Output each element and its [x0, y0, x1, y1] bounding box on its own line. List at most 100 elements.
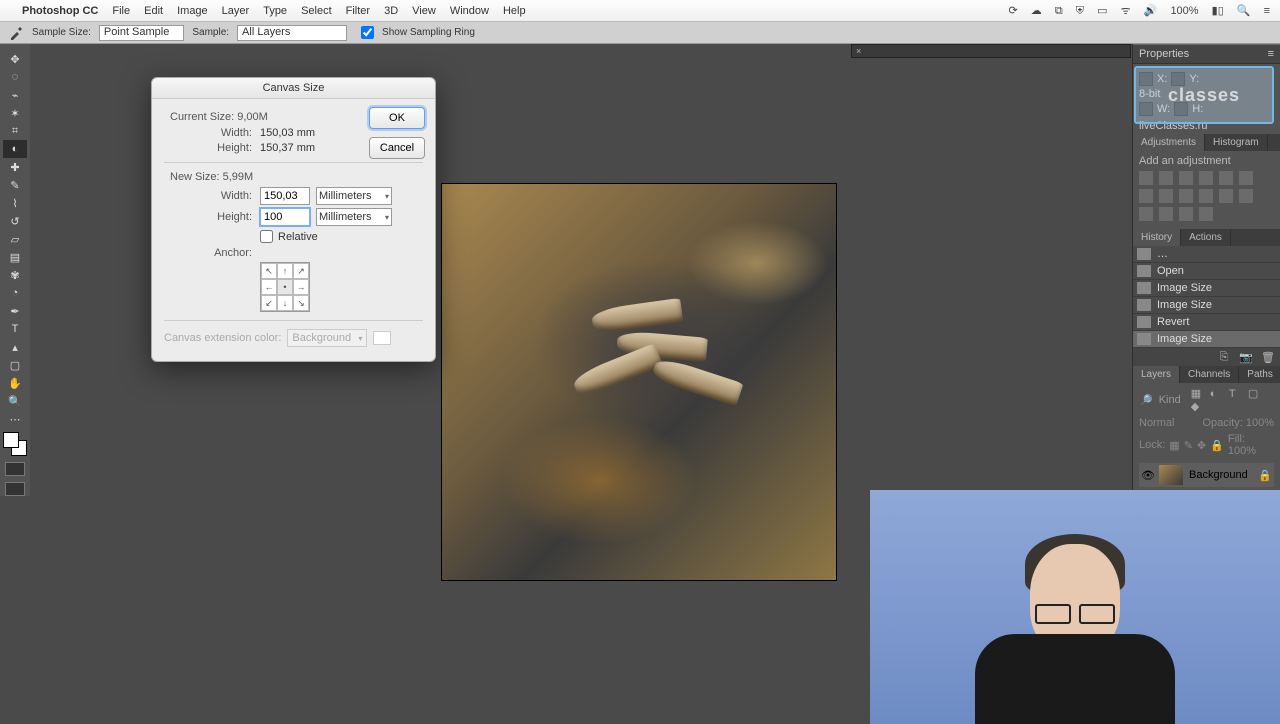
anchor-s[interactable]: ↓: [277, 295, 293, 311]
new-width-unit-select[interactable]: Millimeters: [316, 187, 392, 205]
move-tool[interactable]: ✥: [3, 50, 27, 68]
new-width-input[interactable]: [260, 187, 310, 205]
gradient-tool[interactable]: ▤: [3, 248, 27, 266]
zoom-tool[interactable]: 🔍: [3, 392, 27, 410]
anchor-e[interactable]: →: [293, 279, 309, 295]
anchor-sw[interactable]: ↙: [261, 295, 277, 311]
menu-extras-icon[interactable]: ≡: [1264, 5, 1270, 17]
cancel-button[interactable]: Cancel: [369, 137, 425, 159]
history-item[interactable]: Image Size: [1133, 297, 1280, 314]
sample-layers-select[interactable]: All Layers: [237, 25, 347, 41]
panel-menu-icon[interactable]: ≡: [1268, 48, 1274, 60]
type-tool[interactable]: T: [3, 320, 27, 338]
history-snapshot[interactable]: …: [1133, 246, 1280, 263]
sync-icon[interactable]: ⟳: [1009, 5, 1018, 17]
blur-tool[interactable]: ✾: [3, 266, 27, 284]
filter-type-icon[interactable]: T: [1229, 388, 1241, 400]
menu-window[interactable]: Window: [450, 5, 489, 17]
adjustment-row-2[interactable]: [1139, 189, 1274, 203]
create-document-icon[interactable]: ⎘: [1218, 351, 1230, 363]
brush-tool[interactable]: ✎: [3, 176, 27, 194]
battery-icon[interactable]: ▮▯: [1212, 5, 1224, 17]
filter-pixel-icon[interactable]: ▦: [1191, 387, 1203, 399]
open-image[interactable]: [442, 184, 836, 580]
menu-layer[interactable]: Layer: [222, 5, 250, 17]
marquee-tool[interactable]: ◌: [3, 68, 27, 86]
filter-adjust-icon[interactable]: ◐: [1210, 388, 1222, 400]
eraser-tool[interactable]: ▱: [3, 230, 27, 248]
dodge-tool[interactable]: ◔: [3, 284, 27, 302]
history-item[interactable]: Image Size: [1133, 331, 1280, 348]
lock-position-icon[interactable]: ✥: [1197, 439, 1206, 452]
dropbox-icon[interactable]: ⧉: [1055, 5, 1063, 17]
pen-tool[interactable]: ✒: [3, 302, 27, 320]
anchor-nw[interactable]: ↖: [261, 263, 277, 279]
lock-pixels-icon[interactable]: ✎: [1184, 439, 1193, 452]
anchor-center[interactable]: •: [277, 279, 293, 295]
eyedropper-tool[interactable]: ◐: [3, 140, 27, 158]
actions-tab[interactable]: Actions: [1181, 229, 1231, 246]
quickmask-toggle[interactable]: [5, 462, 25, 476]
adjustments-tab[interactable]: Adjustments: [1133, 134, 1205, 151]
filter-shape-icon[interactable]: ▢: [1248, 387, 1260, 399]
shape-tool[interactable]: ▢: [3, 356, 27, 374]
navigator-panel[interactable]: classes: [1134, 66, 1274, 124]
sample-size-select[interactable]: Point Sample: [99, 25, 184, 41]
menu-edit[interactable]: Edit: [144, 5, 163, 17]
anchor-grid[interactable]: ↖ ↑ ↗ ← • → ↙ ↓ ↘: [260, 262, 310, 312]
filter-kind-icon[interactable]: 🔎: [1139, 394, 1153, 407]
quick-select-tool[interactable]: ✶: [3, 104, 27, 122]
hand-tool[interactable]: ✋: [3, 374, 27, 392]
histogram-tab[interactable]: Histogram: [1205, 134, 1268, 151]
menu-type[interactable]: Type: [263, 5, 287, 17]
new-height-input[interactable]: [260, 208, 310, 226]
history-item[interactable]: Image Size: [1133, 280, 1280, 297]
opacity-value[interactable]: 100%: [1246, 417, 1274, 429]
menu-file[interactable]: File: [112, 5, 130, 17]
filter-smart-icon[interactable]: ◆: [1191, 400, 1203, 412]
anchor-w[interactable]: ←: [261, 279, 277, 295]
spotlight-icon[interactable]: 🔍: [1237, 5, 1251, 17]
show-sampling-ring-checkbox[interactable]: [361, 26, 374, 39]
delete-state-icon[interactable]: 🗑: [1262, 351, 1274, 363]
visibility-icon[interactable]: 👁: [1141, 469, 1153, 482]
screenmode-toggle[interactable]: [5, 482, 25, 496]
new-snapshot-icon[interactable]: 📷: [1240, 351, 1252, 363]
paths-tab[interactable]: Paths: [1239, 366, 1280, 383]
history-item[interactable]: Open: [1133, 263, 1280, 280]
layer-thumbnail[interactable]: [1159, 465, 1183, 485]
edit-toolbar[interactable]: ⋯: [3, 410, 27, 428]
menu-select[interactable]: Select: [301, 5, 332, 17]
channels-tab[interactable]: Channels: [1180, 366, 1239, 383]
cloud-icon[interactable]: ☁: [1031, 5, 1042, 17]
lasso-tool[interactable]: ⌁: [3, 86, 27, 104]
menu-help[interactable]: Help: [503, 5, 526, 17]
ok-button[interactable]: OK: [369, 107, 425, 129]
adjustment-row-3[interactable]: [1139, 207, 1274, 221]
blend-mode-select[interactable]: Normal: [1139, 417, 1174, 429]
shield-icon[interactable]: ⛨: [1076, 5, 1084, 17]
fill-value[interactable]: 100%: [1228, 445, 1256, 457]
adjustment-row-1[interactable]: [1139, 171, 1274, 185]
menu-filter[interactable]: Filter: [346, 5, 370, 17]
display-icon[interactable]: ▭: [1097, 5, 1107, 17]
eyedropper-current-tool-icon[interactable]: [8, 25, 24, 41]
menu-view[interactable]: View: [412, 5, 436, 17]
document-tab[interactable]: ×: [851, 44, 1131, 58]
lock-transparency-icon[interactable]: ▦: [1169, 439, 1179, 452]
menu-3d[interactable]: 3D: [384, 5, 398, 17]
app-name[interactable]: Photoshop CC: [22, 5, 98, 17]
lock-all-icon[interactable]: 🔒: [1210, 439, 1224, 452]
healing-tool[interactable]: ✚: [3, 158, 27, 176]
relative-checkbox[interactable]: [260, 230, 273, 243]
new-height-unit-select[interactable]: Millimeters: [316, 208, 392, 226]
color-swatches[interactable]: [3, 432, 27, 456]
wifi-icon[interactable]: ᯤ: [1121, 5, 1131, 17]
menu-image[interactable]: Image: [177, 5, 208, 17]
history-item[interactable]: Revert: [1133, 314, 1280, 331]
anchor-n[interactable]: ↑: [277, 263, 293, 279]
layer-background[interactable]: 👁 Background 🔒: [1139, 463, 1274, 487]
path-select-tool[interactable]: ▴: [3, 338, 27, 356]
anchor-se[interactable]: ↘: [293, 295, 309, 311]
foreground-swatch[interactable]: [3, 432, 19, 448]
